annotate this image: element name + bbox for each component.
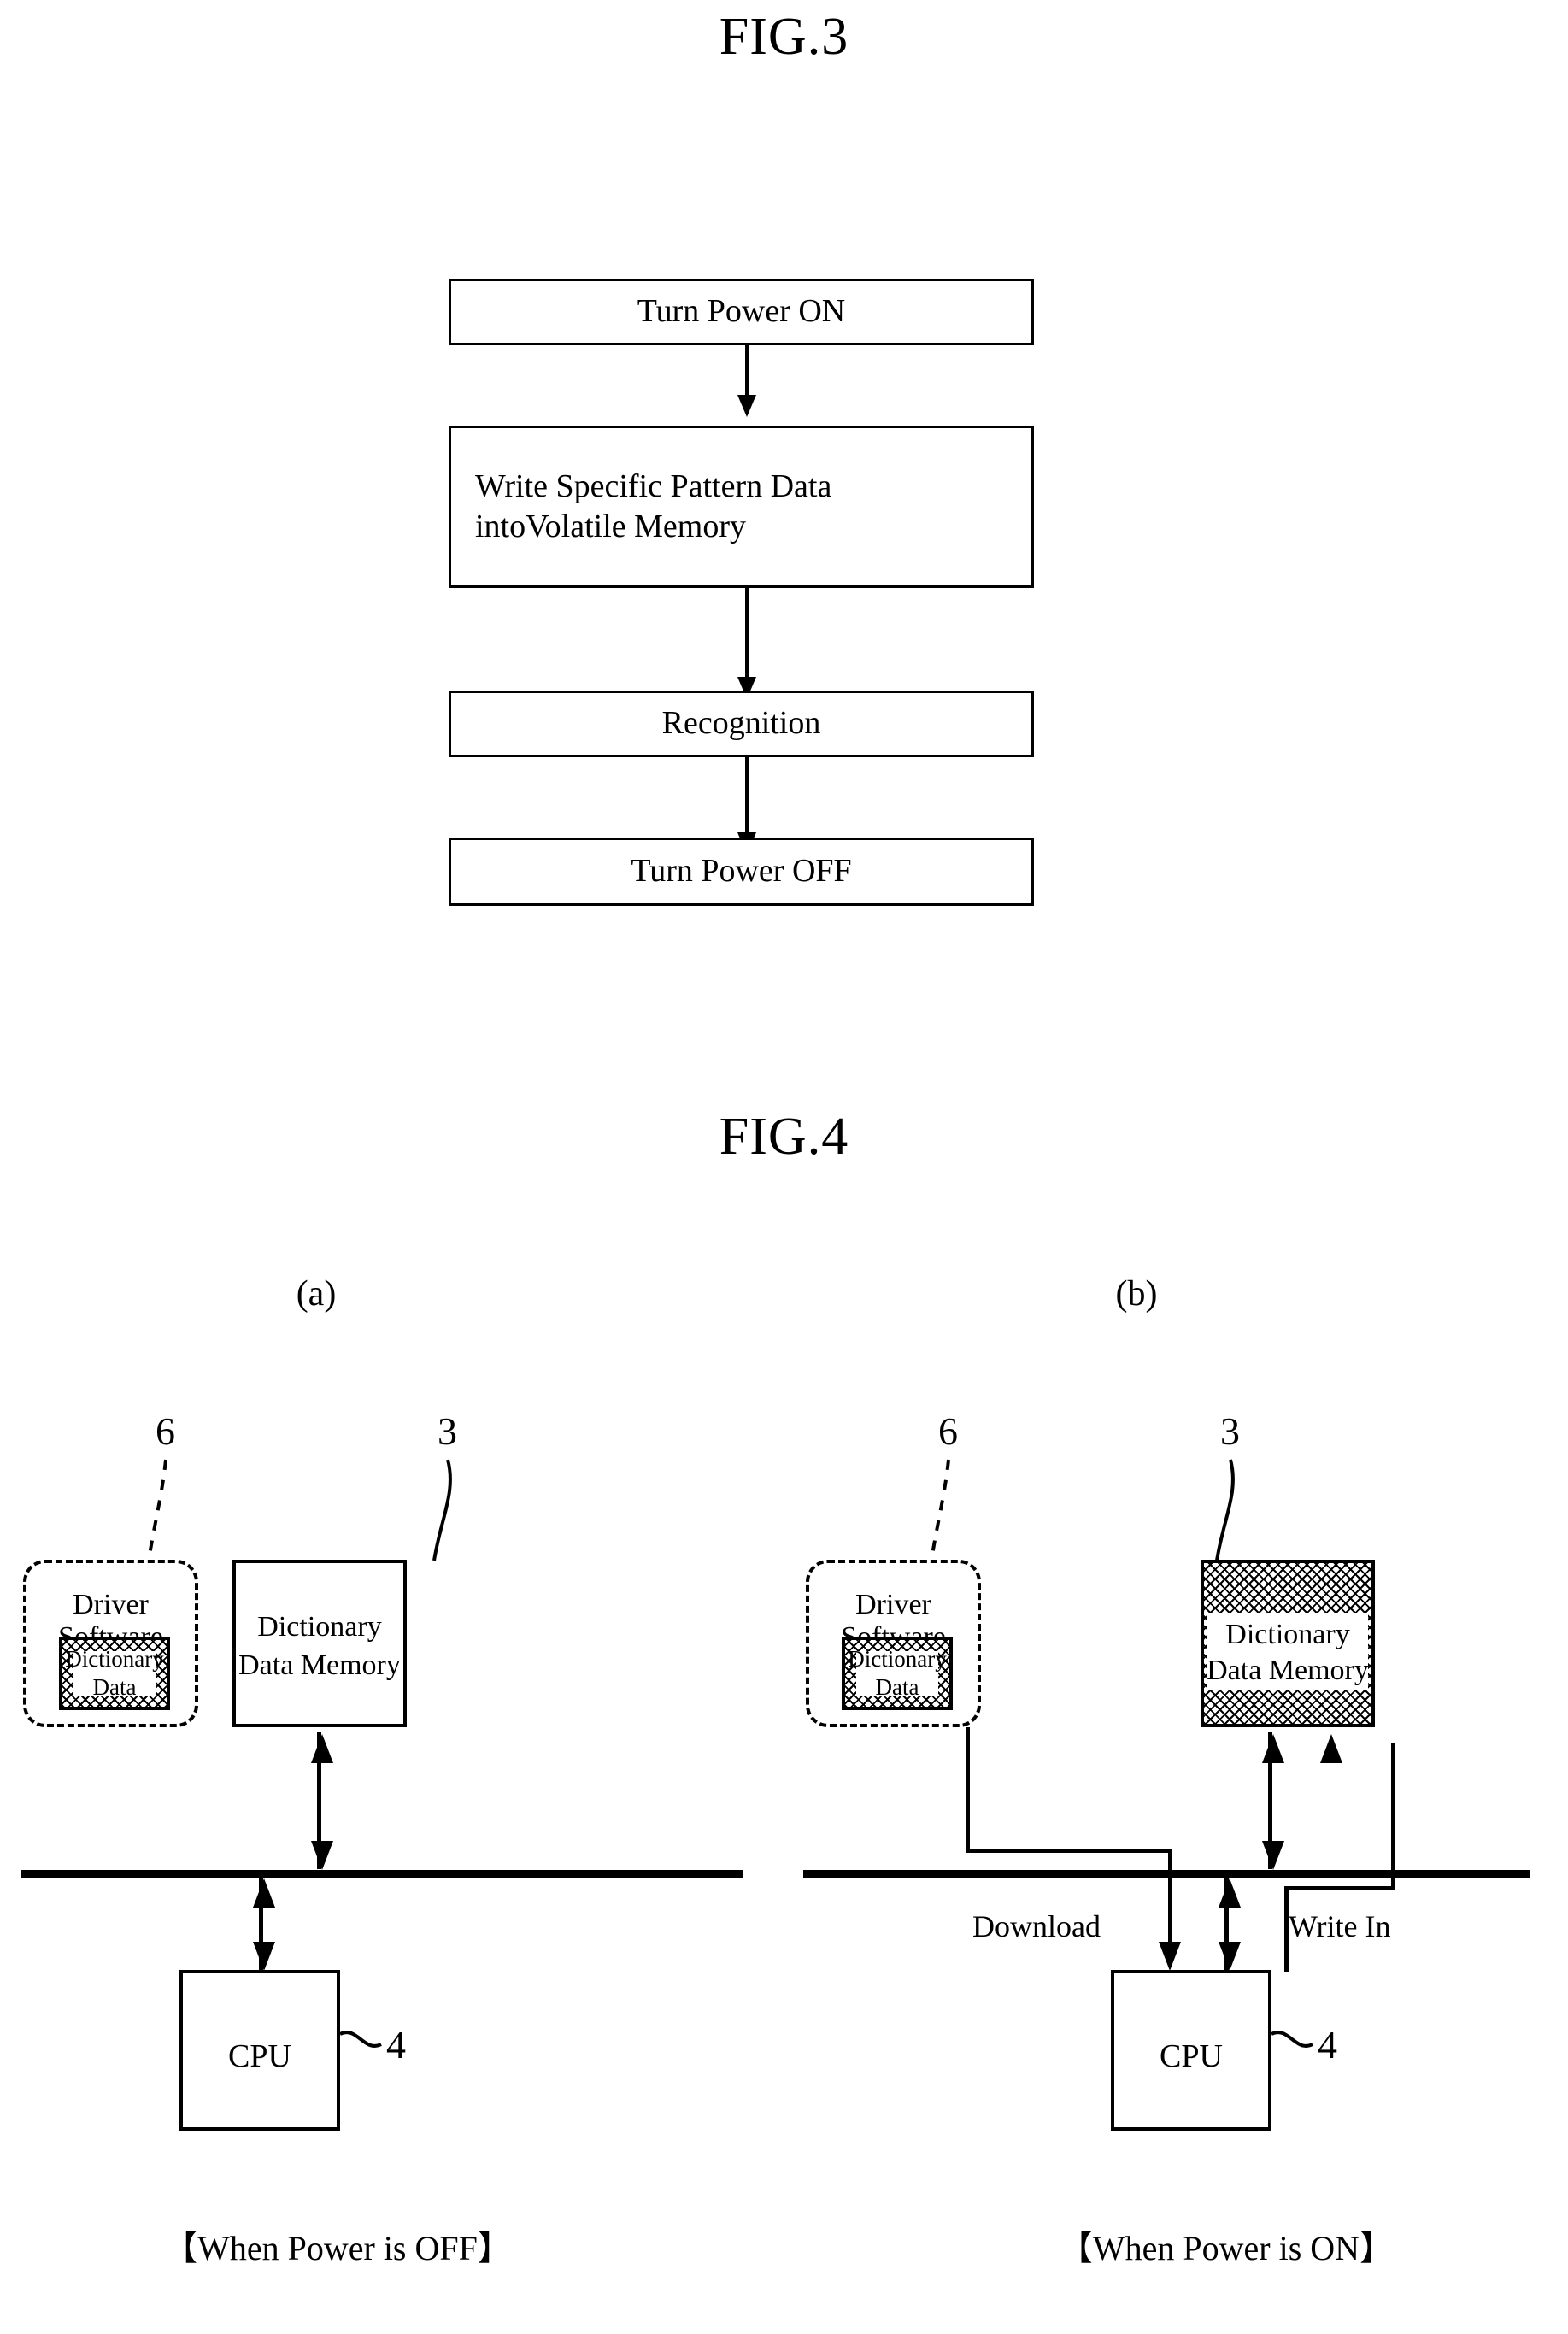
ref-number-4-a: 4: [386, 2023, 406, 2067]
flow-step-label-line1: Write Specific Pattern Data: [475, 467, 832, 504]
flow-step-turn-power-on: Turn Power ON: [449, 279, 1034, 345]
ref-leader-6-b: [930, 1459, 950, 1561]
driver-software-box-b: Driver Software Dictionary Data: [806, 1560, 981, 1727]
flow-step-recognition: Recognition: [449, 691, 1034, 757]
flow-step-label: Turn Power ON: [637, 293, 846, 330]
driver-software-box-a: Driver Software Dictionary Data: [23, 1560, 198, 1727]
ref-number-4-b: 4: [1318, 2023, 1337, 2067]
flow-step-label: Turn Power OFF: [631, 853, 852, 890]
dictionary-data-memory-line2: Data Memory: [238, 1649, 401, 1681]
panel-caption-b: 【When Power is ON】: [1058, 2229, 1395, 2267]
cpu-label: CPU: [1160, 2038, 1223, 2074]
dictionary-data-memory-line1: Dictionary: [257, 1611, 382, 1643]
fig3-title: FIG.3: [719, 8, 849, 66]
cpu-label: CPU: [228, 2038, 291, 2074]
ref-number-6-b: 6: [938, 1409, 958, 1453]
system-bus-a: [21, 1870, 743, 1878]
dictionary-data-chip-line1: Dictionary: [848, 1646, 947, 1673]
dictionary-data-memory-box-b: Dictionary Data Memory: [1201, 1560, 1375, 1727]
panel-caption-a: 【When Power is OFF】: [163, 2229, 512, 2267]
system-bus-b: [803, 1870, 1530, 1878]
dictionary-data-chip-a: Dictionary Data: [59, 1637, 170, 1710]
ref-leader-6-a: [147, 1459, 167, 1561]
dictionary-data-memory-line1: Dictionary: [1225, 1619, 1350, 1650]
patent-figure-sheet: FIG.3 Turn Power ON Write Specific Patte…: [0, 0, 1568, 2334]
flow-step-write-pattern: Write Specific Pattern Data intoVolatile…: [449, 426, 1034, 588]
ref-number-3-b: 3: [1220, 1409, 1240, 1453]
fig4-title: FIG.4: [719, 1108, 849, 1166]
dictionary-data-memory-line2: Data Memory: [1207, 1655, 1369, 1686]
dictionary-data-chip-b: Dictionary Data: [842, 1637, 953, 1710]
flow-step-turn-power-off: Turn Power OFF: [449, 838, 1034, 906]
dictionary-data-chip-line1: Dictionary: [65, 1646, 164, 1673]
dictionary-data-chip-line2: Data: [92, 1674, 137, 1700]
cpu-box-a: CPU: [179, 1970, 340, 2131]
ref-leader-3-b: [1215, 1459, 1235, 1561]
panel-label-a: (a): [296, 1274, 337, 1314]
dictionary-data-chip-line2: Data: [875, 1674, 919, 1700]
download-label: Download: [972, 1909, 1101, 1943]
write-in-label: Write In: [1289, 1909, 1391, 1943]
flow-step-label: Recognition: [661, 705, 821, 742]
dictionary-data-memory-box-a: Dictionary Data Memory: [232, 1560, 407, 1727]
flow-step-label-line2: intoVolatile Memory: [475, 509, 746, 544]
ref-number-3-a: 3: [438, 1409, 457, 1453]
cpu-box-b: CPU: [1111, 1970, 1271, 2131]
ref-number-6-a: 6: [156, 1409, 175, 1453]
panel-label-b: (b): [1115, 1274, 1158, 1314]
ref-leader-3-a: [432, 1459, 452, 1561]
